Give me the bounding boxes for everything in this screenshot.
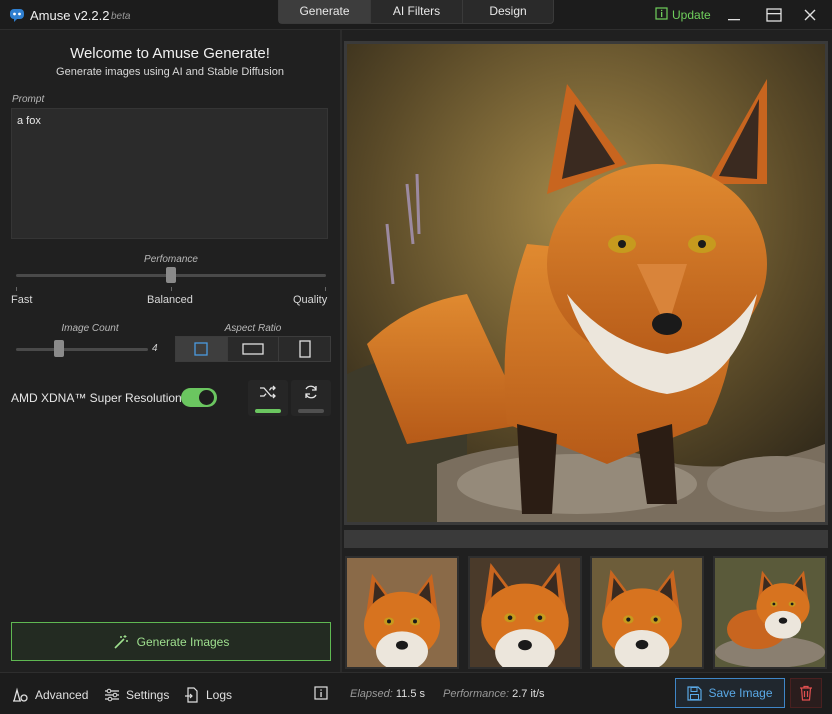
portrait-icon [299, 340, 311, 358]
thumbnail-image[interactable] [713, 556, 827, 669]
beta-label: beta [111, 11, 131, 22]
aspect-landscape-button[interactable] [227, 337, 280, 361]
welcome-title: Welcome to Amuse Generate! [70, 45, 270, 62]
performance-label: Perfomance [144, 254, 198, 265]
update-button[interactable]: Update [655, 7, 711, 23]
generated-image-preview[interactable] [344, 41, 832, 525]
thumbnail-image[interactable] [590, 556, 704, 672]
amuse-logo-icon [9, 7, 25, 23]
minimize-button[interactable] [716, 0, 752, 30]
tab-design[interactable]: Design [463, 0, 553, 23]
fox-thumbnail-2 [470, 558, 580, 675]
logs-button[interactable]: Logs [184, 687, 232, 703]
trash-icon [800, 685, 812, 701]
fox-thumbnail-3 [592, 558, 702, 672]
maximize-button[interactable] [756, 0, 792, 30]
slider-tick [16, 287, 17, 291]
elapsed-value: 11.5 s [395, 688, 426, 700]
maximize-icon [766, 8, 782, 22]
shuffle-icon [260, 385, 276, 399]
elapsed-label: Elapsed: [350, 688, 393, 700]
generate-images-button[interactable]: Generate Images [11, 622, 331, 661]
fox-image [347, 44, 832, 522]
image-count-slider[interactable] [16, 348, 148, 351]
fox-thumbnail-1 [347, 558, 457, 671]
update-label: Update [672, 8, 711, 22]
mode-tabs: Generate AI Filters Design [278, 0, 554, 24]
settings-label: Settings [126, 688, 170, 702]
tab-generate[interactable]: Generate [279, 0, 371, 23]
minimize-icon [728, 19, 740, 21]
refresh-icon [305, 385, 317, 399]
save-icon [687, 685, 703, 701]
performance-slider-thumb[interactable] [166, 267, 176, 283]
reuse-seed-indicator [298, 409, 324, 413]
slider-tick [171, 287, 172, 291]
thumbnail-image[interactable] [468, 556, 582, 675]
app-title: Amuse v2.2.2 [30, 8, 110, 23]
info-icon [655, 7, 668, 23]
performance-stat: Performance: 2.7 it/s [443, 688, 545, 700]
toggle-knob [199, 390, 214, 405]
square-icon [194, 342, 208, 356]
performance-balanced-label: Balanced [147, 294, 193, 306]
image-count-label: Image Count [61, 323, 119, 334]
advanced-label: Advanced [35, 688, 89, 702]
image-count-value: 4 [152, 343, 158, 354]
settings-button[interactable]: Settings [104, 687, 169, 703]
slider-tick [325, 287, 326, 291]
sliders-icon [105, 688, 119, 702]
aspect-ratio-selector [175, 336, 331, 362]
delete-image-button[interactable] [790, 678, 822, 708]
prompt-label: Prompt [12, 94, 45, 105]
logs-icon [185, 687, 198, 703]
info-icon [314, 686, 328, 700]
close-icon [804, 9, 816, 21]
welcome-subtitle: Generate images using AI and Stable Diff… [56, 66, 284, 78]
performance-fast-label: Fast [11, 294, 33, 306]
super-resolution-label: AMD XDNA™ Super Resolution [11, 391, 182, 405]
prompt-input[interactable]: a fox [11, 108, 328, 239]
elapsed-stat: Elapsed: 11.5 s [350, 688, 425, 700]
tab-ai-filters[interactable]: AI Filters [371, 0, 463, 23]
performance-stat-value: 2.7 it/s [512, 688, 545, 700]
aspect-portrait-button[interactable] [279, 337, 331, 361]
logs-label: Logs [206, 688, 233, 702]
info-button[interactable] [314, 686, 328, 705]
magic-wand-icon [114, 634, 128, 649]
save-image-button[interactable]: Save Image [675, 678, 785, 708]
random-seed-indicator [255, 409, 281, 413]
save-image-label: Save Image [708, 686, 773, 700]
image-count-slider-thumb[interactable] [54, 340, 64, 357]
generate-images-label: Generate Images [136, 634, 230, 649]
thumbnail-scroll-area[interactable] [344, 530, 828, 548]
landscape-icon [242, 343, 264, 355]
app-window: Amuse v2.2.2 beta Generate AI Filters De… [0, 0, 832, 714]
fox-thumbnail-4 [715, 558, 825, 668]
close-button[interactable] [792, 0, 828, 30]
advanced-button[interactable]: Advanced [11, 687, 88, 703]
performance-stat-label: Performance: [443, 688, 510, 700]
aspect-ratio-label: Aspect Ratio [224, 323, 282, 334]
aspect-square-button[interactable] [176, 337, 228, 361]
advanced-icon [13, 687, 28, 702]
panel-divider [340, 30, 342, 672]
thumbnail-image[interactable] [345, 556, 459, 671]
performance-quality-label: Quality [293, 294, 328, 306]
